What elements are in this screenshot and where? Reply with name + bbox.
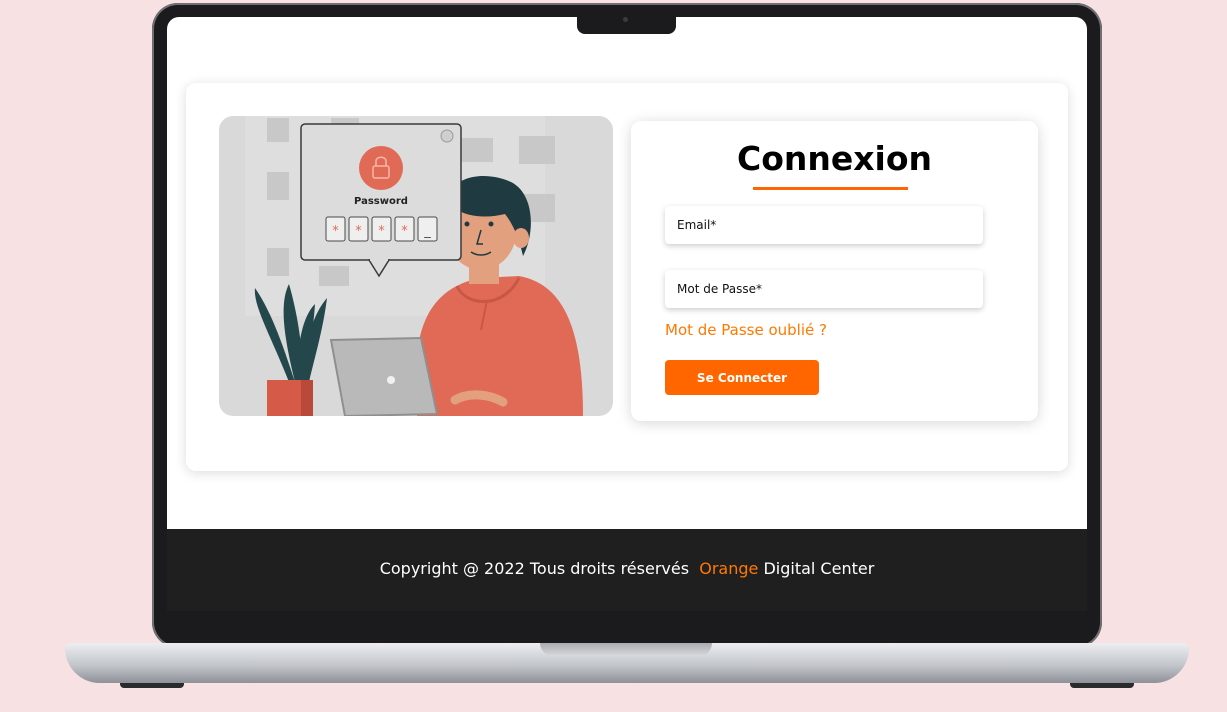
login-illustration: Password * * * * _ (219, 116, 613, 416)
password-popup-label: Password (354, 196, 408, 207)
popup-close-icon (440, 129, 454, 143)
footer-copyright: Copyright @ 2022 Tous droits réservés Or… (167, 559, 1087, 578)
brand-orange: Orange (699, 559, 759, 578)
person-laptop-illustration: Password * * * * _ (245, 116, 583, 416)
laptop-base-notch (540, 643, 712, 656)
lock-icon (359, 146, 403, 190)
forgot-password-link[interactable]: Mot de Passe oublié ? (665, 321, 827, 339)
password-char: * (378, 224, 385, 239)
footer: Copyright @ 2022 Tous droits réservés Or… (167, 529, 1087, 611)
laptop-screen: Password * * * * _ Connexion Mot de Pass… (167, 17, 1087, 611)
copyright-text: Copyright @ 2022 Tous droits réservés (379, 559, 690, 578)
login-title: Connexion (736, 139, 933, 178)
laptop-foot-right (1070, 683, 1134, 688)
password-field[interactable] (665, 270, 983, 308)
email-field[interactable] (665, 206, 983, 244)
password-char: _ (423, 224, 431, 239)
login-form: Connexion Mot de Passe oublié ? Se Conne… (631, 121, 1038, 421)
password-char: * (401, 224, 408, 239)
password-char: * (332, 224, 339, 239)
title-underline (753, 187, 908, 190)
camera-icon (623, 17, 628, 22)
laptop-foot-left (120, 683, 184, 688)
brand-rest: Digital Center (763, 559, 875, 578)
password-char: * (355, 224, 362, 239)
login-button[interactable]: Se Connecter (665, 360, 819, 395)
